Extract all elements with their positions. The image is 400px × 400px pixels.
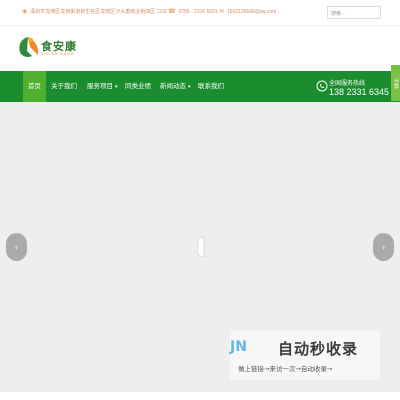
watermark-badge: JN 自动秒收录 做上链接→来访一次→自动收录→ (230, 330, 380, 380)
main-nav: 首页 关于我们 服务项目 ▾ 同类业绩 新闻动态 ▾ 联系我们 全国服务热线 138… (0, 71, 400, 102)
chevron-left-icon: ‹ (15, 242, 18, 252)
slider-next-button[interactable]: › (373, 233, 394, 261)
nav-item-label: 首页 (28, 82, 41, 90)
nav-item-services[interactable]: 服务项目 ▾ (87, 71, 118, 102)
address-info: ◉ 深圳市龙岗区龙岗街道新生社区龙岗区沙头角商业街四区二D3 (22, 8, 167, 15)
brand-subtitle: SHI AN KANG (41, 52, 75, 56)
hotline-label: 全国服务热线 (329, 80, 366, 87)
phone-info: ☎ 0755 - 2316 6001 (168, 8, 218, 16)
mail-icon: ✉ (219, 9, 225, 15)
nav-item-cases[interactable]: 同类业绩 (125, 71, 151, 102)
watermark-logo: JN (230, 339, 247, 355)
bottom-strip (0, 392, 400, 400)
phone-icon: ☎ (168, 9, 176, 15)
brand-logo-icon[interactable] (17, 35, 39, 59)
nav-item-label: 同类业绩 (125, 82, 151, 90)
location-icon: ◉ (22, 9, 28, 15)
nav-item-label: 关于我们 (51, 82, 77, 90)
search-input[interactable] (327, 6, 381, 19)
nav-item-label: 新闻动态 (160, 82, 186, 90)
header-logo-row: 食安康 SHI AN KANG (0, 26, 400, 71)
nav-item-home[interactable]: 首页 (23, 71, 46, 102)
chevron-right-icon: › (382, 242, 385, 252)
headset-icon (316, 80, 328, 92)
watermark-title: 自动秒收录 (278, 340, 359, 358)
email-text[interactable]: 1662135649@qq.com (227, 9, 276, 15)
chevron-down-icon: ▾ (115, 84, 118, 90)
nav-item-news[interactable]: 新闻动态 ▾ (160, 71, 191, 102)
page: ◉ 深圳市龙岗区龙岗街道新生社区龙岗区沙头角商业街四区二D3 ☎ 0755 - … (0, 0, 400, 400)
hotline-number[interactable]: 138 2331 6345 (329, 87, 389, 97)
email-info[interactable]: ✉ 1662135649@qq.com (219, 8, 276, 16)
watermark-subtitle: 做上链接→来访一次→自动收录→ (238, 365, 333, 373)
nav-item-contact[interactable]: 联系我们 (198, 71, 224, 102)
chevron-down-icon: ▾ (188, 84, 191, 90)
top-info-bar: ◉ 深圳市龙岗区龙岗街道新生社区龙岗区沙头角商业街四区二D3 ☎ 0755 - … (0, 0, 400, 26)
slider-prev-button[interactable]: ‹ (6, 233, 27, 261)
nav-item-about[interactable]: 关于我们 (51, 71, 77, 102)
share-tab[interactable]: 分享 (391, 65, 400, 101)
nav-item-label: 服务项目 (87, 82, 113, 90)
address-text: 深圳市龙岗区龙岗街道新生社区龙岗区沙头角商业街四区二D3 (30, 9, 167, 15)
phone-text: 0755 - 2316 6001 (178, 8, 218, 15)
loading-spinner-icon (197, 236, 205, 258)
nav-item-label: 联系我们 (198, 82, 224, 90)
